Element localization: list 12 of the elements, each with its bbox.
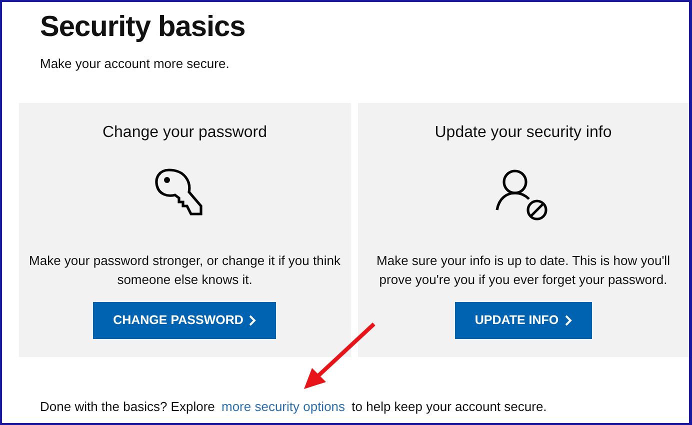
- chevron-right-icon: [249, 314, 256, 326]
- card-description: Make your password stronger, or change it if you think someone else knows it.: [29, 252, 340, 289]
- card-description: Make sure your info is up to date. This is how you'll prove you're you if you ever forget your password.: [376, 252, 671, 289]
- card-title: Update your security info: [434, 123, 612, 142]
- card-title: Change your password: [102, 123, 268, 142]
- chevron-right-icon: [564, 314, 572, 326]
- page-title: Security basics: [40, 10, 246, 45]
- page-subtitle: Make your account more secure.: [40, 54, 230, 73]
- footer-text: Done with the basics? Explore more security options to help keep your account secure.: [40, 398, 548, 416]
- action-button[interactable]: CHANGE PASSWORD: [93, 302, 276, 339]
- security-options-link[interactable]: more security options: [221, 399, 346, 414]
- action-button[interactable]: UPDATE INFO: [454, 302, 592, 339]
